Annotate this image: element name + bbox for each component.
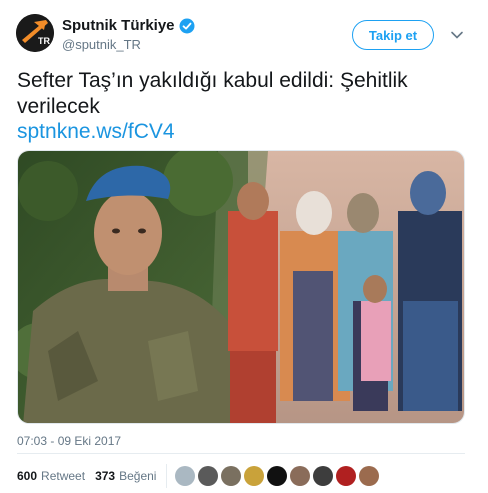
retweet-count[interactable]: 600 [17,469,37,483]
follow-button[interactable]: Takip et [352,20,434,50]
sputnik-logo-icon: TR [16,14,54,52]
liker-avatar-6[interactable] [290,466,311,486]
tweet-timestamp[interactable]: 07:03 - 09 Eki 2017 [17,434,121,448]
divider [17,453,465,454]
liker-avatar-7[interactable] [313,466,334,486]
liker-avatar-1[interactable] [175,466,196,486]
chevron-down-icon[interactable] [450,28,464,42]
account-avatar[interactable]: TR [16,14,54,52]
name-row: Sputnik Türkiye [62,17,195,34]
engagement-stats: 600 Retweet 373 Beğeni [17,462,382,490]
like-label[interactable]: Beğeni [119,469,156,483]
news-photo-image [18,151,464,423]
liker-avatar-2[interactable] [198,466,219,486]
liker-avatar-8[interactable] [336,466,357,486]
liker-avatars [175,466,382,486]
liker-avatar-3[interactable] [221,466,242,486]
avatar-logo-text: TR [38,36,50,46]
account-handle[interactable]: @sputnik_TR [62,37,141,52]
verified-badge-icon [179,18,195,33]
tweet-photo[interactable] [17,150,465,424]
liker-avatar-5[interactable] [267,466,288,486]
liker-avatar-9[interactable] [359,466,380,486]
stats-divider [166,464,168,488]
retweet-label[interactable]: Retweet [41,469,85,483]
tweet-header: TR Sputnik Türkiye @sputnik_TR Takip et [0,0,488,62]
tweet-text: Sefter Taş’ın yakıldığı kabul edildi: Şe… [17,69,408,118]
display-name[interactable]: Sputnik Türkiye [62,17,175,34]
like-count[interactable]: 373 [95,469,115,483]
liker-avatar-4[interactable] [244,466,265,486]
tweet-link[interactable]: sptnkne.ws/fCV4 [17,119,175,145]
